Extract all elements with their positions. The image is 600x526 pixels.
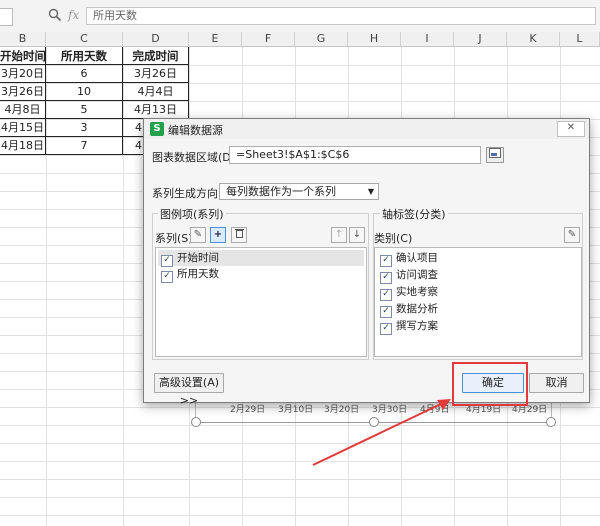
- series-direction-value: 每列数据作为一个系列: [226, 185, 336, 198]
- series-label: 系列(S): [155, 232, 193, 245]
- column-header-l[interactable]: L: [560, 32, 600, 47]
- table-cell[interactable]: 3月26日: [123, 65, 189, 83]
- x-axis-tick: 2月29日: [230, 405, 266, 415]
- column-header-k[interactable]: K: [507, 32, 560, 47]
- close-button[interactable]: ✕: [557, 121, 585, 137]
- move-up-button[interactable]: ↑: [331, 227, 347, 243]
- series-item[interactable]: ✓ 所用天数: [158, 266, 364, 283]
- chart-resize-handle[interactable]: [191, 417, 201, 427]
- category-item[interactable]: ✓ 撰写方案: [377, 318, 438, 335]
- category-item[interactable]: ✓ 确认项目: [377, 250, 438, 267]
- column-header-j[interactable]: J: [454, 32, 507, 47]
- table-cell[interactable]: 3月20日: [0, 65, 46, 83]
- header-cell[interactable]: 所用天数: [46, 47, 123, 65]
- table-cell[interactable]: 4月18日: [0, 137, 46, 155]
- formula-bar: fx 所用天数: [0, 0, 600, 33]
- column-header-h[interactable]: H: [348, 32, 401, 47]
- column-header-b[interactable]: B: [0, 32, 46, 47]
- range-select-button[interactable]: [486, 147, 504, 163]
- table-cell[interactable]: 4月8日: [0, 101, 46, 119]
- table-cell[interactable]: 7: [46, 137, 123, 155]
- column-header-d[interactable]: D: [123, 32, 189, 47]
- delete-series-button[interactable]: [231, 227, 247, 243]
- axis-group-title: 轴标签(分类): [380, 206, 448, 222]
- column-header-i[interactable]: I: [401, 32, 454, 47]
- column-header-f[interactable]: F: [242, 32, 295, 47]
- formula-input[interactable]: 所用天数: [86, 7, 596, 25]
- column-header-e[interactable]: E: [189, 32, 242, 47]
- series-direction-select[interactable]: 每列数据作为一个系列 ▼: [219, 183, 379, 200]
- category-item[interactable]: ✓ 数据分析: [377, 301, 438, 318]
- checkbox[interactable]: ✓: [380, 306, 392, 318]
- table-cell[interactable]: 3月26日: [0, 83, 46, 101]
- checkbox[interactable]: ✓: [161, 271, 173, 283]
- zoom-icon[interactable]: [48, 8, 64, 24]
- range-select-icon: [489, 148, 501, 158]
- series-item[interactable]: ✓ 开始时间: [158, 250, 364, 267]
- column-header-c[interactable]: C: [46, 32, 123, 47]
- table-cell[interactable]: 4月13日: [123, 101, 189, 119]
- checkbox[interactable]: ✓: [380, 289, 392, 301]
- move-down-button[interactable]: ↓: [349, 227, 365, 243]
- table-cell[interactable]: 10: [46, 83, 123, 101]
- edit-category-button[interactable]: ✎: [564, 227, 580, 243]
- checkbox[interactable]: ✓: [380, 323, 392, 335]
- series-direction-label: 系列生成方向：: [152, 187, 229, 200]
- name-box[interactable]: [0, 8, 13, 26]
- table-cell[interactable]: 4月4日: [123, 83, 189, 101]
- data-range-input[interactable]: =Sheet3!$A$1:$C$6: [229, 146, 481, 164]
- legend-group-title: 图例项(系列): [158, 206, 226, 222]
- header-cell[interactable]: 完成时间: [123, 47, 189, 65]
- highlight-box: [452, 362, 528, 406]
- category-item[interactable]: ✓ 访问调查: [377, 267, 438, 284]
- checkbox[interactable]: ✓: [380, 255, 392, 267]
- cancel-button[interactable]: 取消: [529, 373, 584, 393]
- dialog-title: 编辑数据源: [168, 124, 223, 137]
- table-cell[interactable]: 4月15日: [0, 119, 46, 137]
- category-item[interactable]: ✓ 实地考察: [377, 284, 438, 301]
- advanced-settings-button[interactable]: 高级设置(A) >>: [154, 373, 224, 407]
- series-list: ✓ 开始时间 ✓ 所用天数: [155, 247, 367, 357]
- table-cell[interactable]: 3: [46, 119, 123, 137]
- edit-data-source-dialog: S 编辑数据源 ✕ 图表数据区域(D)： =Sheet3!$A$1:$C$6 系…: [143, 118, 590, 407]
- trash-icon: [234, 229, 244, 238]
- checkbox[interactable]: ✓: [380, 272, 392, 284]
- app-logo-icon: S: [150, 122, 164, 136]
- category-list: ✓ 确认项目 ✓ 访问调查 ✓ 实地考察 ✓ 数据分析 ✓ 撰写方案: [374, 247, 582, 357]
- fx-icon[interactable]: fx: [68, 8, 79, 22]
- category-label: 类别(C): [374, 232, 413, 245]
- header-cell[interactable]: 开始时间: [0, 47, 46, 65]
- table-cell[interactable]: 6: [46, 65, 123, 83]
- add-series-button[interactable]: +: [210, 227, 226, 243]
- annotation-arrow: [312, 399, 451, 466]
- dropdown-arrow-icon: ▼: [367, 187, 374, 196]
- edit-series-button[interactable]: ✎: [190, 227, 206, 243]
- dialog-title-bar[interactable]: S 编辑数据源 ✕: [144, 119, 589, 139]
- chart-resize-handle[interactable]: [546, 417, 556, 427]
- table-cell[interactable]: 5: [46, 101, 123, 119]
- column-header-g[interactable]: G: [295, 32, 348, 47]
